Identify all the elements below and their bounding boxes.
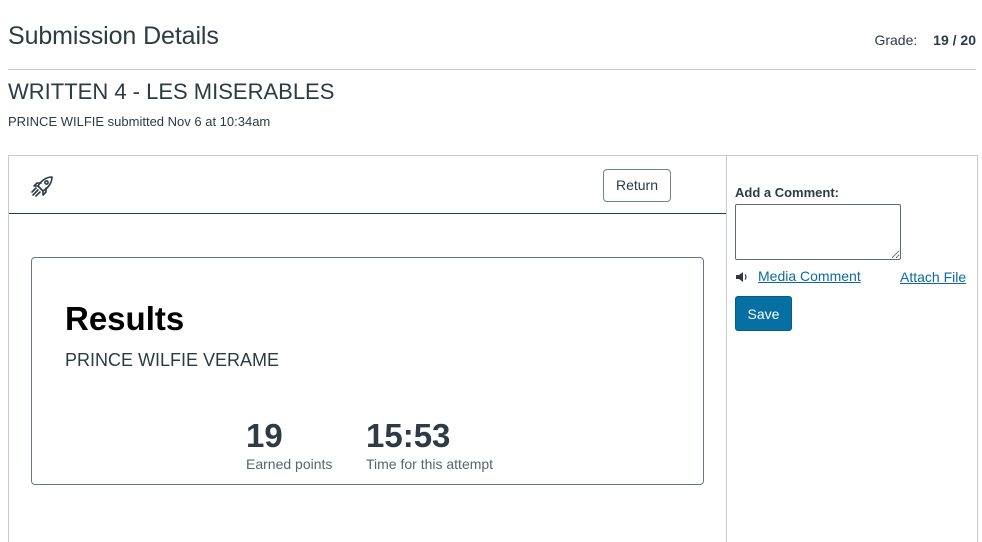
attempt-time-value: 15:53 (366, 417, 451, 454)
earned-points-stat: 19 Earned points (246, 417, 332, 472)
submission-toolbar: Return (9, 156, 726, 214)
grade-display: Grade: 19 / 20 (874, 32, 976, 48)
grade-value: 19 / 20 (933, 32, 976, 48)
page-title: Submission Details (8, 22, 219, 50)
attempt-time-stat: 15:53 Time for this attempt (366, 417, 493, 472)
rocket-icon (30, 174, 56, 200)
attach-file-link[interactable]: Attach File (900, 269, 966, 285)
save-button[interactable]: Save (735, 296, 792, 331)
comment-input[interactable] (735, 204, 901, 260)
submission-info: PRINCE WILFIE submitted Nov 6 at 10:34am (8, 114, 271, 129)
media-comment: Media Comment (735, 268, 861, 284)
comment-label: Add a Comment: (735, 185, 839, 200)
return-button[interactable]: Return (603, 169, 671, 202)
comment-sidebar: Add a Comment: Media Comment Attach File… (727, 155, 978, 542)
attempt-time-label: Time for this attempt (366, 456, 494, 472)
media-comment-link[interactable]: Media Comment (758, 268, 861, 284)
submission-frame: Return Results PRINCE WILFIE VERAME 19 E… (8, 155, 727, 542)
earned-points-value: 19 (246, 417, 283, 454)
student-name: PRINCE WILFIE VERAME (65, 350, 280, 370)
results-heading: Results (65, 300, 185, 337)
earned-points-label: Earned points (246, 456, 333, 472)
assignment-title: WRITTEN 4 - LES MISERABLES (8, 79, 335, 104)
results-card: Results PRINCE WILFIE VERAME 19 Earned p… (31, 257, 704, 485)
header-divider (8, 69, 976, 70)
grade-label: Grade: (874, 32, 918, 48)
speaker-icon (735, 270, 749, 282)
